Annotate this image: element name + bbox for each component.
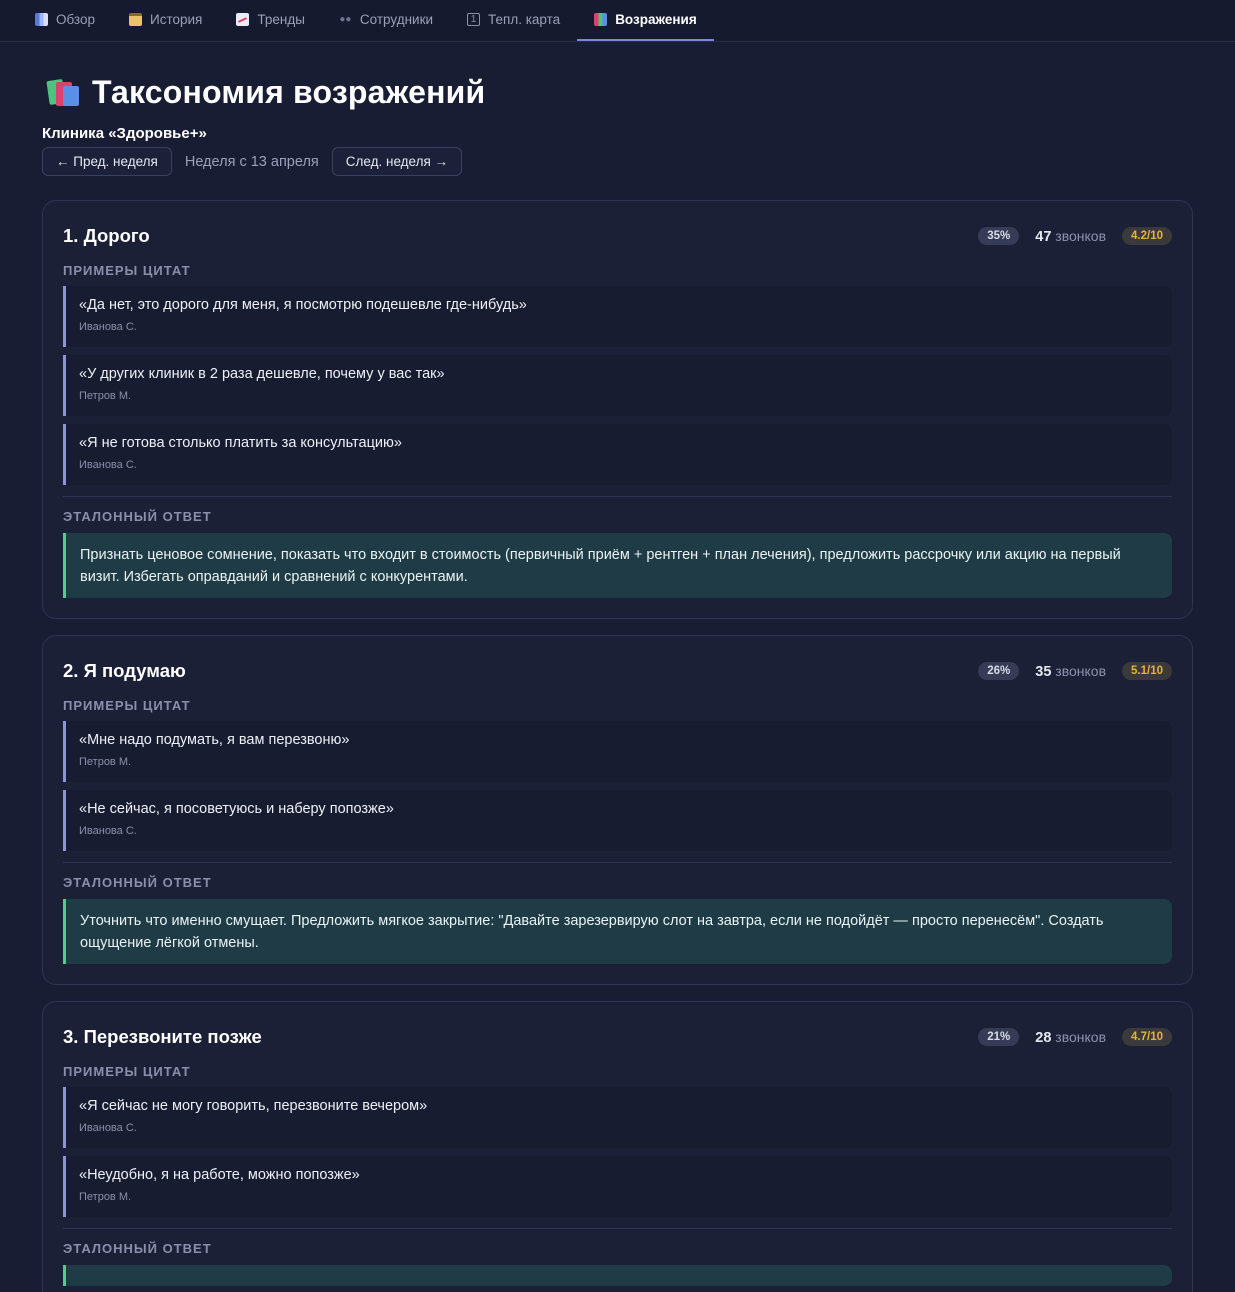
quote-author: Иванова С. (79, 321, 137, 333)
week-label: Неделя с 13 апреля (184, 153, 319, 170)
calls-count: 28 звонков (1035, 1029, 1106, 1046)
tab-label: Тепл. карта (488, 12, 561, 27)
share-badge: 21% (978, 1028, 1020, 1046)
bar-chart-icon (35, 13, 48, 26)
calls-number: 28 (1035, 1029, 1052, 1046)
books-icon (46, 78, 80, 108)
clipboard-icon (129, 13, 142, 26)
objection-card: 2. Я подумаю 26% 35 звонков 5.1/10 ПРИМЕ… (42, 635, 1193, 985)
objection-card: 3. Перезвоните позже 21% 28 звонков 4.7/… (42, 1001, 1193, 1292)
prev-week-button[interactable]: ← Пред. неделя (42, 147, 172, 176)
tab-label: Обзор (56, 12, 95, 27)
objection-card: 1. Дорого 35% 47 звонков 4.2/10 ПРИМЕРЫ … (42, 200, 1193, 619)
next-week-button[interactable]: След. неделя → (331, 147, 463, 176)
calls-word: звонков (1055, 1028, 1107, 1045)
quote-item: «Да нет, это дорого для меня, я посмотрю… (63, 286, 1172, 347)
divider (63, 1228, 1172, 1229)
calls-number: 47 (1035, 228, 1052, 245)
objection-title: 2. Я подумаю (63, 660, 186, 681)
quotes-list: «Да нет, это дорого для меня, я посмотрю… (63, 286, 1172, 485)
reference-answer (63, 1265, 1172, 1286)
trend-icon (236, 13, 250, 26)
quote-author: Иванова С. (79, 825, 137, 837)
calls-number: 35 (1035, 663, 1052, 680)
quote-item: «Я сейчас не могу говорить, перезвоните … (63, 1087, 1172, 1148)
tab-employees[interactable]: ●● Сотрудники (322, 0, 450, 41)
calls-word: звонков (1055, 662, 1107, 679)
quote-author: Иванова С. (79, 459, 137, 471)
score-badge: 5.1/10 (1122, 662, 1172, 680)
main-content: Таксономия возражений Клиника «Здоровье+… (0, 42, 1235, 1292)
card-header: 2. Я подумаю 26% 35 звонков 5.1/10 (63, 656, 1172, 686)
week-navigation: ← Пред. неделя Неделя с 13 апреля След. … (42, 147, 1193, 176)
quote-author: Петров М. (79, 1191, 132, 1203)
quote-author: Петров М. (79, 390, 132, 402)
answer-label: ЭТАЛОННЫЙ ОТВЕТ (63, 509, 212, 524)
quote-text: «Да нет, это дорого для меня, я посмотрю… (79, 297, 527, 313)
tab-overview[interactable]: Обзор (18, 0, 112, 41)
tab-trends[interactable]: Тренды (219, 0, 322, 41)
objection-stats: 26% 35 звонков 5.1/10 (978, 662, 1172, 680)
quote-author: Иванова С. (79, 1122, 137, 1134)
reference-answer: Уточнить что именно смущает. Предложить … (63, 899, 1172, 964)
tab-history[interactable]: История (112, 0, 219, 41)
share-badge: 26% (978, 662, 1020, 680)
top-tab-bar: Обзор История Тренды ●● Сотрудники 1 Теп… (0, 0, 1235, 42)
objection-stats: 35% 47 звонков 4.2/10 (978, 227, 1172, 245)
card-header: 3. Перезвоните позже 21% 28 звонков 4.7/… (63, 1022, 1172, 1052)
quote-item: «Мне надо подумать, я вам перезвоню» Пет… (63, 721, 1172, 782)
quotes-label: ПРИМЕРЫ ЦИТАТ (63, 1064, 191, 1079)
quote-text: «Не сейчас, я посоветуюсь и наберу попоз… (79, 801, 394, 817)
tab-label: Тренды (257, 12, 305, 27)
objection-title: 3. Перезвоните позже (63, 1026, 262, 1047)
tab-label: История (150, 12, 203, 27)
quotes-label: ПРИМЕРЫ ЦИТАТ (63, 698, 191, 713)
books-icon (594, 13, 608, 26)
card-header: 1. Дорого 35% 47 звонков 4.2/10 (63, 221, 1172, 251)
quotes-label: ПРИМЕРЫ ЦИТАТ (63, 263, 191, 278)
page-title: Таксономия возражений (92, 74, 486, 110)
score-badge: 4.2/10 (1122, 227, 1172, 245)
quote-text: «Неудобно, я на работе, можно попозже» (79, 1167, 360, 1183)
quote-item: «У других клиник в 2 раза дешевле, почем… (63, 355, 1172, 416)
divider (63, 862, 1172, 863)
share-badge: 35% (978, 227, 1020, 245)
tab-heatmap[interactable]: 1 Тепл. карта (450, 0, 577, 41)
answer-label: ЭТАЛОННЫЙ ОТВЕТ (63, 875, 212, 890)
quote-author: Петров М. (79, 756, 132, 768)
divider (63, 496, 1172, 497)
reference-answer: Признать ценовое сомнение, показать что … (63, 533, 1172, 598)
quote-item: «Неудобно, я на работе, можно попозже» П… (63, 1156, 1172, 1217)
quote-text: «Мне надо подумать, я вам перезвоню» (79, 732, 350, 748)
clinic-name: Клиника «Здоровье+» (42, 125, 207, 142)
tab-label: Сотрудники (359, 12, 434, 27)
quote-item: «Я не готова столько платить за консульт… (63, 424, 1172, 485)
score-badge: 4.7/10 (1122, 1028, 1172, 1046)
answer-label: ЭТАЛОННЫЙ ОТВЕТ (63, 1241, 212, 1256)
tab-label: Возражения (615, 12, 697, 27)
page-header: Таксономия возражений (46, 74, 1193, 111)
objection-title: 1. Дорого (63, 225, 150, 246)
calls-count: 47 звонков (1035, 228, 1106, 245)
calendar-icon: 1 (467, 13, 481, 26)
objection-stats: 21% 28 звонков 4.7/10 (978, 1028, 1172, 1046)
calls-word: звонков (1055, 227, 1107, 244)
quotes-list: «Мне надо подумать, я вам перезвоню» Пет… (63, 721, 1172, 851)
quote-item: «Не сейчас, я посоветуюсь и наберу попоз… (63, 790, 1172, 851)
calls-count: 35 звонков (1035, 663, 1106, 680)
quotes-list: «Я сейчас не могу говорить, перезвоните … (63, 1087, 1172, 1217)
tab-objections[interactable]: Возражения (577, 0, 714, 41)
quote-text: «Я сейчас не могу говорить, перезвоните … (79, 1098, 428, 1114)
quote-text: «Я не готова столько платить за консульт… (79, 435, 402, 451)
people-icon: ●● (339, 14, 352, 25)
quote-text: «У других клиник в 2 раза дешевле, почем… (79, 366, 445, 382)
